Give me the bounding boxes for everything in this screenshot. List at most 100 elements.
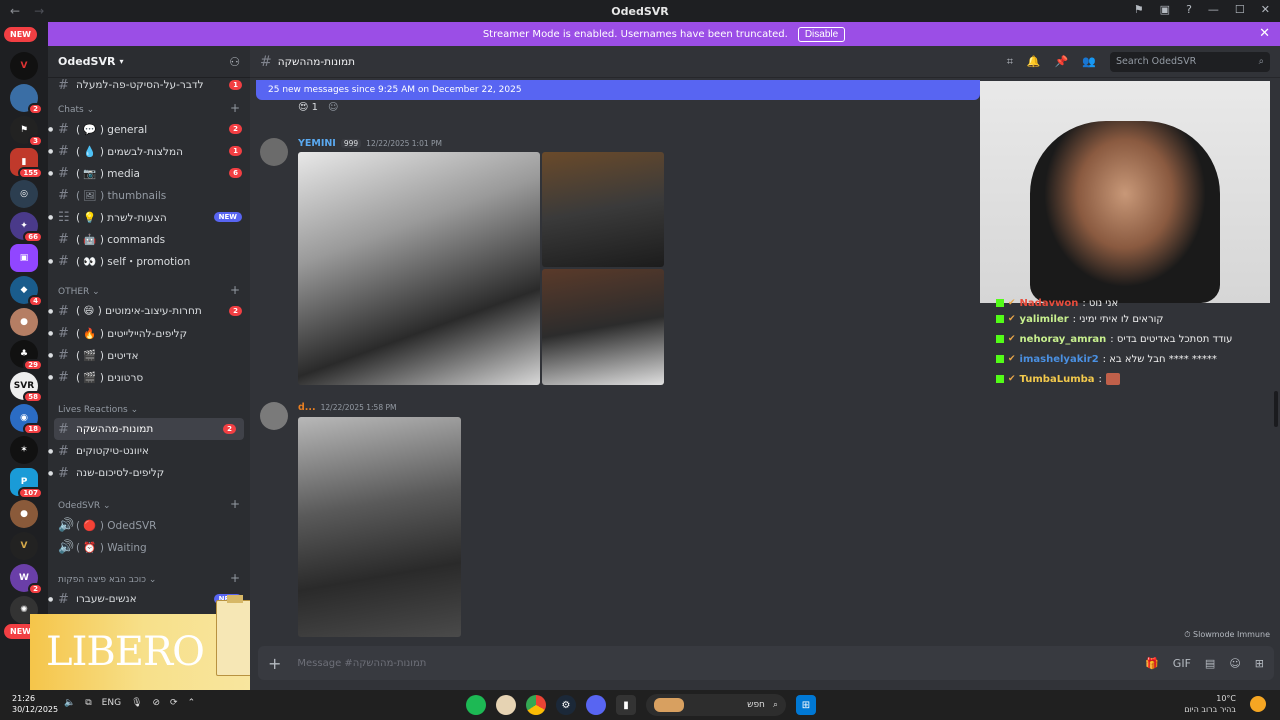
add-user-icon[interactable]: ⚇ xyxy=(229,55,240,69)
category-last[interactable]: כוכב הבא פיצה הפקות ⌄ + xyxy=(48,558,250,588)
photo-attachment[interactable] xyxy=(298,417,461,637)
server-icon[interactable]: ◎ xyxy=(10,180,38,208)
maximize-icon[interactable]: ☐ xyxy=(1235,3,1245,16)
sync-icon[interactable]: ⟳ xyxy=(170,698,178,708)
channel-item[interactable]: # לדבר-על-הסיקט-פה-למעלה 1 xyxy=(48,74,250,96)
channel-item[interactable]: ● #( 😄 ) תחרות-עיצוב-אימוטים 2 xyxy=(48,300,250,322)
scrollbar[interactable] xyxy=(1274,391,1278,427)
pin-icon[interactable]: 📌 xyxy=(1055,55,1069,69)
avatar[interactable] xyxy=(260,138,288,166)
close-banner-icon[interactable]: ✕ xyxy=(1259,26,1270,41)
server-icon[interactable]: ◉ 18 xyxy=(10,404,43,435)
help-icon[interactable]: ? xyxy=(1186,3,1192,16)
server-icon[interactable]: W2 xyxy=(10,564,43,595)
spotify-icon[interactable] xyxy=(466,695,486,715)
server-icon[interactable]: ✶ xyxy=(10,436,38,464)
gif-icon[interactable]: GIF xyxy=(1173,657,1191,670)
windows-start-icon[interactable]: ⊞ xyxy=(796,695,816,715)
category-other[interactable]: OTHER ⌄ + xyxy=(48,272,250,300)
voice-channel[interactable]: 🔊( 🔴 ) OdedSVR xyxy=(48,514,250,536)
username[interactable]: d... xyxy=(298,402,316,413)
server-icon[interactable]: P 107 xyxy=(10,468,43,499)
gift-icon[interactable]: 🎁 xyxy=(1145,657,1159,670)
server-icon[interactable]: ● xyxy=(10,308,38,336)
reaction-pill[interactable]: 😍 1 xyxy=(298,102,318,113)
message-composer[interactable]: + Message #תמונות-מההשקה 🎁 GIF ▤ ☺ ⊞ xyxy=(258,646,1274,680)
minimize-icon[interactable]: — xyxy=(1208,3,1219,16)
new-badge-top[interactable]: NEW xyxy=(4,27,37,42)
channel-item[interactable]: ● ☷( 💡 ) הצעות-לשרת NEW xyxy=(48,206,250,228)
add-attachment-icon[interactable]: + xyxy=(268,654,281,673)
bell-icon[interactable]: 🔔 xyxy=(1027,55,1041,69)
category-chats[interactable]: Chats ⌄ + xyxy=(48,96,250,118)
server-icon[interactable]: ▣ xyxy=(10,244,38,272)
avatar[interactable] xyxy=(260,402,288,430)
username[interactable]: YEMINI xyxy=(298,138,336,149)
channel-item-active[interactable]: # תמונות-מההשקה 2 xyxy=(54,418,244,440)
threads-icon[interactable]: ⌗ xyxy=(1007,55,1013,69)
mic-icon[interactable]: 🎙 xyxy=(131,698,142,708)
terminal-icon[interactable]: ▮ xyxy=(616,695,636,715)
search-placeholder: Search OdedSVR xyxy=(1116,56,1197,67)
add-channel-icon[interactable]: + xyxy=(230,497,240,511)
flag-icon[interactable]: ⚑ xyxy=(1134,3,1144,16)
screen-share-icon[interactable]: ▣ xyxy=(1160,3,1170,16)
add-channel-icon[interactable]: + xyxy=(230,283,240,297)
search-input[interactable]: Search OdedSVR ⌕ xyxy=(1110,51,1270,72)
channel-item[interactable]: ● #( 📷 ) media 6 xyxy=(48,162,250,184)
server-icon[interactable]: ◆ 4 xyxy=(10,276,43,307)
app-icon[interactable] xyxy=(496,695,516,715)
server-icon[interactable]: ● xyxy=(10,500,38,528)
category-lives[interactable]: Lives Reactions ⌄ xyxy=(48,388,250,418)
channel-item[interactable]: ● #( 👀 ) self・promotion xyxy=(48,250,250,272)
category-voice[interactable]: OdedSVR ⌄ + xyxy=(48,484,250,514)
server-icon[interactable]: SVR 58 xyxy=(10,372,43,403)
hash-icon: # xyxy=(58,165,69,181)
hash-icon: # xyxy=(58,231,69,247)
display-icon[interactable]: ⧉ xyxy=(85,698,91,708)
server-icon[interactable]: ▮ 155 xyxy=(10,148,43,179)
voice-channel[interactable]: 🔊( ⏰ ) Waiting xyxy=(48,536,250,558)
clock[interactable]: 21:26 30/12/2025 xyxy=(12,693,58,715)
network-icon[interactable]: ⊘ xyxy=(153,698,161,708)
add-reaction-icon[interactable]: ☺ xyxy=(328,102,338,113)
server-icon[interactable]: V xyxy=(10,532,38,560)
emoji-icon[interactable]: ☺ xyxy=(1229,657,1240,670)
channel-item[interactable]: # ( 🖼 ) thumbnails xyxy=(48,184,250,206)
channel-item[interactable]: ● #( 🔥 ) קליפים-להיילייטים xyxy=(48,322,250,344)
timestamp: 12/22/2025 1:58 PM xyxy=(320,403,397,412)
taskbar-search[interactable]: חפש ⌕ xyxy=(646,694,786,716)
channel-item[interactable]: ● #( 💬 ) general 2 xyxy=(48,118,250,140)
tray-expand-icon[interactable]: ⌃ xyxy=(188,698,196,708)
channel-item[interactable]: ● #( 🎬 ) סרטונים xyxy=(48,366,250,388)
server-icon[interactable]: ⚑ 3 xyxy=(10,116,43,147)
server-icon[interactable]: 2 xyxy=(10,84,43,115)
photo-attachment[interactable] xyxy=(298,152,540,385)
channel-sidebar: OdedSVR ▾ ⚇ # לדבר-על-הסיקט-פה-למעלה 1 C… xyxy=(48,46,250,690)
server-icon[interactable]: V xyxy=(10,52,38,80)
sticker-icon[interactable]: ▤ xyxy=(1205,657,1215,670)
discord-icon[interactable] xyxy=(586,695,606,715)
channel-item[interactable]: ● #( 💧 ) המלצות-לבשמים 1 xyxy=(48,140,250,162)
new-messages-banner[interactable]: 25 new messages since 9:25 AM on Decembe… xyxy=(256,80,980,100)
disable-streamer-button[interactable]: Disable xyxy=(797,26,846,42)
channel-item[interactable]: ● #( 🎬 ) אדיטים xyxy=(48,344,250,366)
channel-item[interactable]: # ( 🤖 ) commands xyxy=(48,228,250,250)
add-channel-icon[interactable]: + xyxy=(230,571,240,585)
chrome-icon[interactable] xyxy=(526,695,546,715)
food-icon xyxy=(654,698,684,712)
photo-attachment[interactable] xyxy=(542,152,664,267)
volume-icon[interactable]: 🔈 xyxy=(64,698,75,708)
add-channel-icon[interactable]: + xyxy=(230,101,240,115)
server-icon[interactable]: ✦ 66 xyxy=(10,212,43,243)
members-icon[interactable]: 👥 xyxy=(1082,55,1096,69)
channel-item[interactable]: ● # קליפים-לסיכום-שנה xyxy=(48,462,250,484)
weather-widget[interactable]: 10°C בהיר ברוב היום xyxy=(1184,693,1236,715)
server-icon[interactable]: ♣ 29 xyxy=(10,340,43,371)
close-window-icon[interactable]: ✕ xyxy=(1261,3,1270,16)
steam-icon[interactable]: ⚙ xyxy=(556,695,576,715)
channel-item[interactable]: ● # איוונט-טיקטוקים xyxy=(48,440,250,462)
language-indicator[interactable]: ENG xyxy=(102,698,121,708)
photo-attachment[interactable] xyxy=(542,269,664,385)
apps-icon[interactable]: ⊞ xyxy=(1255,657,1264,670)
